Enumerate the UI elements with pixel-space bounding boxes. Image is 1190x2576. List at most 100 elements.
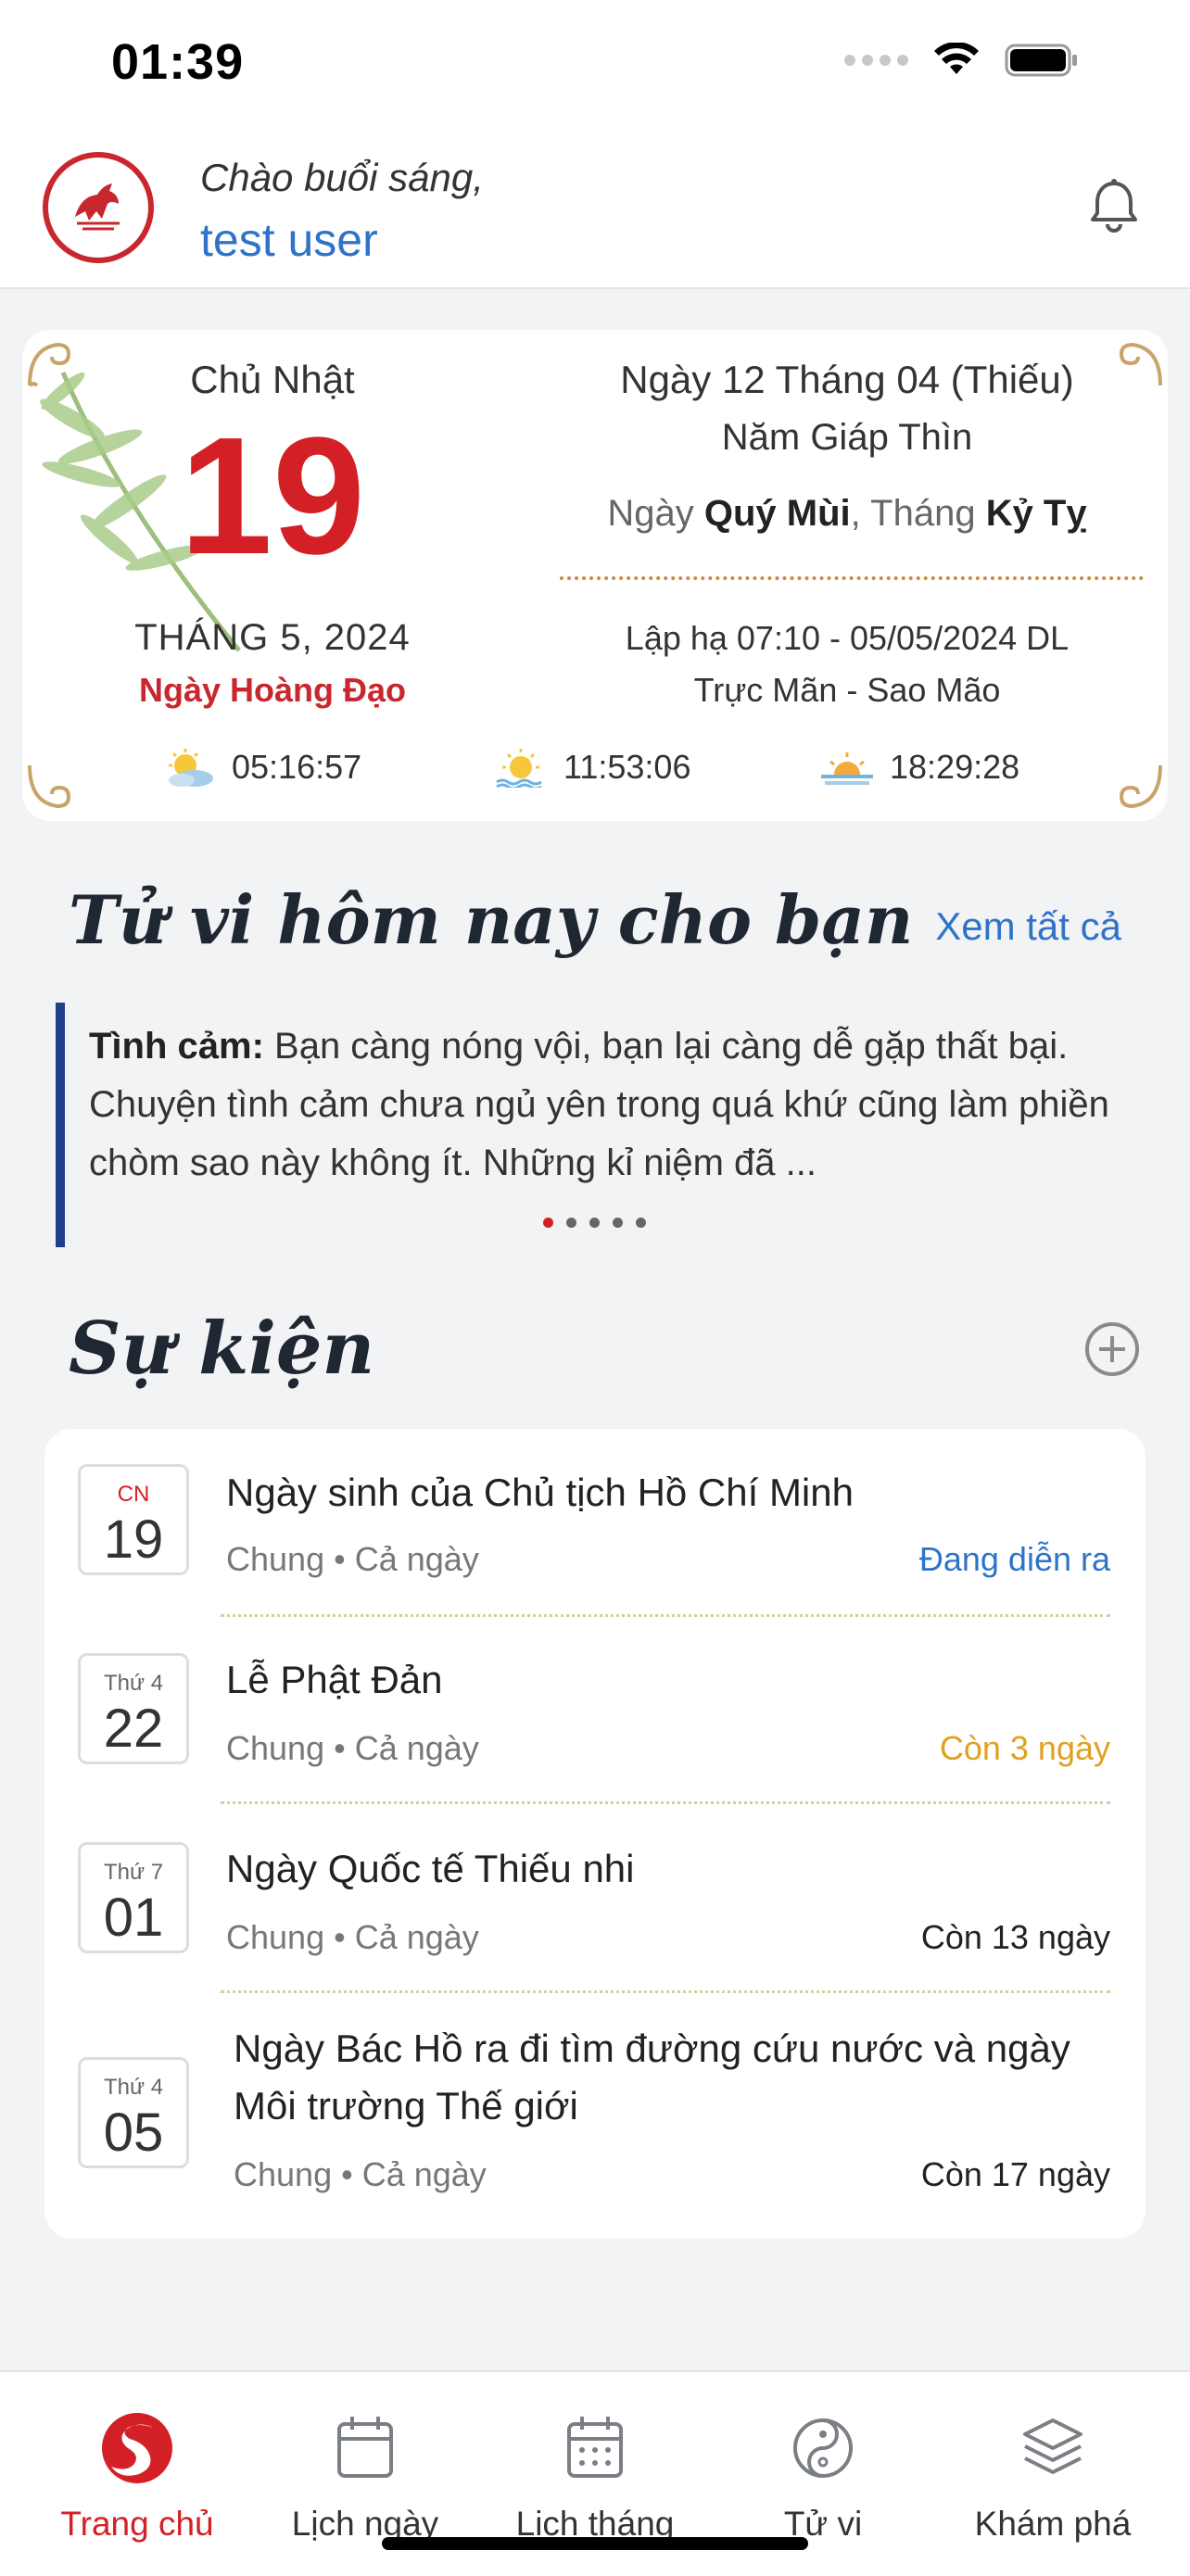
carousel-dot[interactable] bbox=[589, 1218, 600, 1228]
tuvi-section-title: Tử vi hôm nay cho bạn bbox=[69, 880, 914, 959]
app-header: Chào buổi sáng, test user bbox=[0, 139, 1190, 289]
greeting-text: Chào buổi sáng, bbox=[200, 156, 484, 199]
layers-icon bbox=[1023, 2418, 1082, 2474]
day-number: 19 bbox=[179, 403, 366, 589]
event-day: 19 bbox=[103, 1509, 164, 1570]
carousel-dot-active[interactable] bbox=[543, 1218, 553, 1228]
event-category: Chung bbox=[226, 1918, 325, 1956]
event-meta: Chung • Cả ngày bbox=[234, 2155, 487, 2193]
event-time: Cả ngày bbox=[361, 2155, 487, 2193]
canchi-day-prefix: Ngày bbox=[607, 493, 704, 534]
corner-ornament-icon bbox=[28, 764, 71, 809]
tab-label: Khám phá bbox=[974, 2505, 1132, 2543]
event-title: Lễ Phật Đản bbox=[226, 1658, 443, 1701]
month-year: THÁNG 5, 2024 bbox=[134, 617, 411, 658]
tuvi-label: Tình cảm: bbox=[89, 1026, 264, 1067]
horse-logo-icon bbox=[61, 170, 135, 245]
event-category: Chung bbox=[234, 2155, 333, 2193]
sunset-time: 18:29:28 bbox=[890, 748, 1020, 786]
carousel-dot[interactable] bbox=[613, 1218, 623, 1228]
event-status: Còn 13 ngày bbox=[920, 1918, 1110, 1956]
calendar-card[interactable]: Chủ Nhật 19 THÁNG 5, 2024 Ngày Hoàng Đạo… bbox=[22, 330, 1168, 821]
calendar-day-icon bbox=[337, 2417, 393, 2478]
solar-term: Lập hạ 07:10 - 05/05/2024 DL bbox=[625, 619, 1070, 657]
avatar[interactable] bbox=[43, 152, 154, 263]
event-status: Đang diễn ra bbox=[918, 1540, 1110, 1578]
sunrise-icon bbox=[169, 749, 213, 787]
noon-info: 11:53:06 bbox=[493, 747, 690, 788]
carousel-dot[interactable] bbox=[566, 1218, 576, 1228]
event-separator bbox=[221, 1990, 1110, 1993]
event-category: Chung bbox=[226, 1729, 325, 1767]
event-separator bbox=[221, 1614, 1110, 1617]
event-date-box: Thứ 4 05 bbox=[78, 2057, 189, 2168]
calendar-month-icon bbox=[567, 2417, 623, 2478]
tuvi-content[interactable]: Tình cảm: Bạn càng nóng vội, bạn lại càn… bbox=[89, 1017, 1127, 1193]
add-event-icon[interactable] bbox=[1082, 1320, 1142, 1379]
event-date-box: Thứ 4 22 bbox=[78, 1653, 189, 1764]
sunrise-time: 05:16:57 bbox=[232, 748, 362, 786]
event-time: Cả ngày bbox=[354, 1729, 479, 1767]
carousel-dots[interactable] bbox=[543, 1218, 646, 1228]
sunset-info: 18:29:28 bbox=[819, 747, 1019, 788]
bell-icon[interactable] bbox=[1088, 178, 1140, 234]
canchi-info: Ngày Quý Mùi, Tháng Kỷ Tỵ bbox=[541, 493, 1153, 535]
carousel-dot[interactable] bbox=[636, 1218, 646, 1228]
lunar-date: Ngày 12 Tháng 04 (Thiếu) bbox=[620, 358, 1074, 401]
status-bar: 01:39 bbox=[0, 0, 1190, 139]
event-day: 05 bbox=[103, 2102, 164, 2163]
wifi-icon bbox=[934, 43, 979, 74]
event-title: Ngày sinh của Chủ tịch Hồ Chí Minh bbox=[226, 1471, 854, 1514]
status-icons bbox=[844, 43, 1079, 78]
event-day: 01 bbox=[103, 1888, 164, 1948]
tab-kham-pha[interactable]: Khám phá bbox=[942, 2409, 1164, 2544]
weekday: Chủ Nhật bbox=[190, 358, 355, 401]
sun-noon-icon bbox=[496, 749, 542, 788]
event-date-box: CN 19 bbox=[78, 1464, 189, 1575]
username[interactable]: test user bbox=[200, 213, 378, 267]
events-section-title: Sự kiện bbox=[69, 1307, 375, 1391]
battery-icon bbox=[1005, 44, 1077, 77]
noon-time: 11:53:06 bbox=[563, 748, 691, 786]
event-category: Chung bbox=[226, 1540, 325, 1578]
event-weekday: Thứ 7 bbox=[103, 1860, 164, 1885]
tab-lich-ngay[interactable]: Lịch ngày bbox=[254, 2409, 476, 2544]
day-quality: Ngày Hoàng Đạo bbox=[138, 671, 407, 709]
event-date-box: Thứ 7 01 bbox=[78, 1842, 189, 1953]
canchi-month: Kỷ Tỵ bbox=[985, 493, 1087, 534]
sunset-icon bbox=[821, 752, 873, 785]
canchi-day: Quý Mùi bbox=[703, 493, 851, 534]
event-title: Ngày Bác Hồ ra đi tìm đường cứu nước và … bbox=[234, 2027, 1070, 2128]
tab-label: Trang chủ bbox=[60, 2505, 214, 2543]
event-weekday: Thứ 4 bbox=[103, 1671, 164, 1696]
events-list: CN 19 Ngày sinh của Chủ tịch Hồ Chí Minh… bbox=[44, 1429, 1146, 2239]
cellular-signal-icon bbox=[844, 55, 908, 66]
truc-sao: Trực Mãn - Sao Mão bbox=[693, 671, 1001, 709]
event-meta: Chung • Cả ngày bbox=[226, 1729, 479, 1767]
sunrise-info: 05:16:57 bbox=[161, 747, 361, 788]
yin-yang-icon bbox=[793, 2418, 853, 2478]
corner-ornament-icon bbox=[1119, 764, 1162, 809]
event-meta: Chung • Cả ngày bbox=[226, 1918, 479, 1956]
tab-home[interactable]: Trang chủ bbox=[26, 2409, 248, 2544]
tab-tu-vi[interactable]: Tử vi bbox=[712, 2409, 934, 2544]
event-status: Còn 3 ngày bbox=[939, 1729, 1110, 1767]
status-time: 01:39 bbox=[111, 34, 245, 90]
event-time: Cả ngày bbox=[354, 1540, 479, 1578]
event-separator bbox=[221, 1801, 1110, 1804]
event-title: Ngày Quốc tế Thiếu nhi bbox=[226, 1847, 635, 1890]
tab-lich-thang[interactable]: Lịch tháng bbox=[484, 2409, 706, 2544]
event-day: 22 bbox=[103, 1698, 164, 1759]
home-indicator bbox=[382, 2537, 808, 2550]
event-meta: Chung • Cả ngày bbox=[226, 1540, 479, 1578]
event-status: Còn 17 ngày bbox=[920, 2155, 1110, 2193]
divider bbox=[560, 576, 1144, 580]
canchi-month-prefix: , Tháng bbox=[850, 493, 986, 534]
see-all-link[interactable]: Xem tất cả bbox=[935, 904, 1121, 949]
event-time: Cả ngày bbox=[354, 1918, 479, 1956]
app-logo-icon bbox=[102, 2413, 172, 2483]
event-weekday: CN bbox=[117, 1482, 150, 1507]
tuvi-accent-bar bbox=[56, 1003, 65, 1247]
lunar-year: Năm Giáp Thìn bbox=[721, 417, 973, 458]
event-weekday: Thứ 4 bbox=[103, 2075, 164, 2100]
